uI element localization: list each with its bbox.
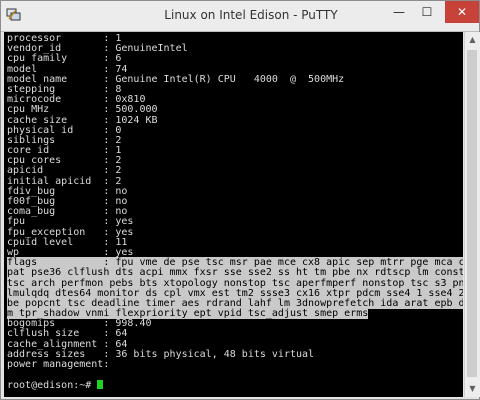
putty-app-icon[interactable]: [6, 8, 22, 22]
close-button[interactable]: ✕: [445, 1, 479, 23]
cpuinfo-line: cpu MHz : 500.000: [7, 104, 158, 116]
minimize-button[interactable]: —: [385, 1, 413, 23]
scroll-thumb[interactable]: [467, 50, 477, 377]
terminal-cursor: [97, 380, 104, 390]
putty-window: Linux on Intel Edison - PuTTY — ☐ ✕ proc…: [0, 0, 480, 400]
scroll-up-arrow-icon[interactable]: ▲: [465, 32, 480, 48]
cpuinfo-block: processor : 1 vendor_id : GenuineIntel cpu…: [4, 33, 463, 258]
flags-block: flags : fpu vme de pse tsc msr pae mce c…: [4, 257, 463, 320]
flags-continuation-text: pat pse36 clflush dts acpi mmx fxsr sse …: [7, 267, 463, 279]
flags-continuation-line: pat pse36 clflush dts acpi mmx fxsr sse …: [4, 267, 463, 279]
scroll-down-arrow-icon[interactable]: ▼: [465, 381, 480, 397]
shell-prompt: root@edison:~#: [7, 380, 98, 392]
cpuinfo-line: power management:: [7, 359, 116, 370]
window-title: Linux on Intel Edison - PuTTY: [164, 8, 338, 22]
vertical-scrollbar[interactable]: ▲ ▼: [464, 32, 480, 397]
title-bar[interactable]: Linux on Intel Edison - PuTTY — ☐ ✕: [1, 1, 479, 32]
shell-prompt-line: root@edison:~#: [4, 380, 463, 392]
maximize-button[interactable]: ☐: [413, 1, 441, 23]
flags-continuation-text: tsc arch_perfmon pebs bts xtopology nons…: [7, 277, 463, 289]
cpuinfo-tail-block: bogomips : 998.40 clflush size : 64 cache_…: [4, 319, 463, 370]
terminal-area[interactable]: processor : 1 vendor_id : GenuineIntel cpu…: [4, 32, 463, 397]
